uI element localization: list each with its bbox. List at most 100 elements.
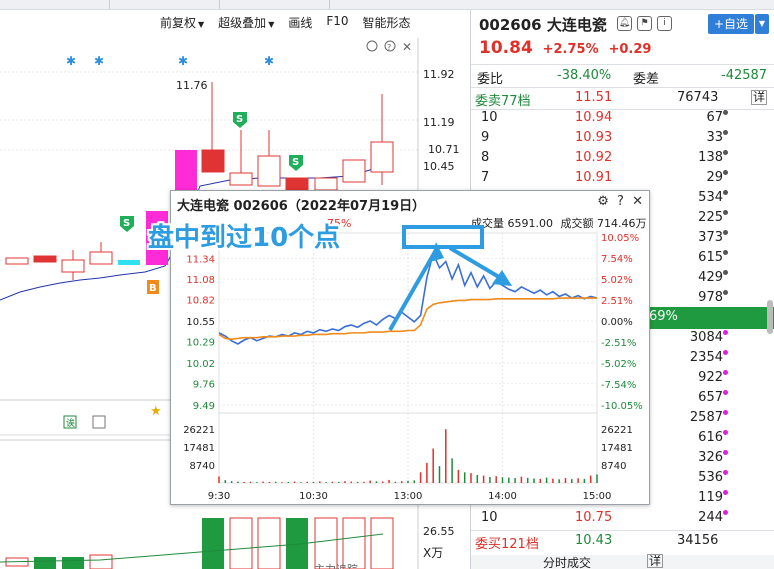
order-dot-icon: [723, 230, 728, 235]
tab-strip-segment[interactable]: [110, 0, 220, 9]
order-volume: 119: [698, 490, 723, 505]
order-volume: 3084: [689, 330, 723, 345]
pct-tick-label: 2.51%: [601, 296, 633, 307]
order-price: 10.94: [575, 110, 613, 125]
pct-tick-label: -2.51%: [601, 338, 636, 349]
price-tick-label: 11.34: [186, 254, 215, 265]
sell-order-row[interactable]: 8 10.92 138: [471, 148, 774, 168]
order-dot-icon: [723, 350, 728, 355]
high-price-label: 11.76: [176, 79, 208, 92]
tab-detail-button[interactable]: 详: [647, 554, 664, 568]
pct-tick-label: -10.05%: [601, 401, 643, 412]
s-signal-icon: S: [120, 216, 134, 232]
order-dot-icon: [723, 250, 728, 255]
toolbar-pattern[interactable]: 智能形态: [363, 14, 411, 34]
price-tick-label: 9.49: [193, 401, 215, 412]
svg-text:✱: ✱: [94, 54, 104, 68]
add-watchlist-button[interactable]: +自选: [708, 14, 754, 34]
order-price: 10.91: [575, 170, 613, 185]
order-level: 10: [481, 510, 498, 525]
svg-text:✱: ✱: [178, 54, 188, 68]
order-volume: 138: [698, 150, 723, 165]
order-dot-icon: [723, 170, 728, 175]
settings-icon[interactable]: [366, 40, 378, 52]
price-label: 11.92: [423, 68, 455, 81]
popup-volume-info: 成交量 6591.00 成交额 714.46万: [471, 217, 647, 230]
change-value: +0.29: [608, 42, 652, 57]
sell-total-row: 委卖77档 11.51 76743 详: [475, 90, 768, 109]
s-signal-icon: S: [233, 112, 247, 128]
alert-bell-icon[interactable]: 🔔︎: [617, 16, 632, 31]
sell-order-row[interactable]: 9 10.93 33: [471, 128, 774, 148]
pct-tick-label: 5.02%: [601, 275, 633, 286]
toolbar-draw[interactable]: 画线: [288, 14, 312, 34]
order-dot-icon: [723, 430, 728, 435]
b-signal-icon: B: [147, 280, 159, 294]
scrollbar-thumb[interactable]: [767, 300, 773, 334]
price-tick-label: 9.76: [193, 380, 215, 391]
order-volume: 244: [698, 510, 723, 525]
watchlist-dropdown-button[interactable]: ▼: [755, 14, 769, 34]
price-tick-label: 11.08: [186, 275, 215, 286]
order-volume: 657: [698, 390, 723, 405]
order-volume: 326: [698, 450, 723, 465]
detail-button[interactable]: 详: [751, 90, 768, 105]
order-volume: 67: [706, 110, 723, 125]
order-dot-icon: [723, 190, 728, 195]
svg-text:✱: ✱: [66, 54, 76, 68]
order-volume: 922: [698, 370, 723, 385]
order-volume: 2587: [689, 410, 723, 425]
order-dot-icon: [723, 210, 728, 215]
order-volume: 616: [698, 430, 723, 445]
price-tick-label: 10.02: [186, 359, 215, 370]
svg-text:B: B: [149, 283, 157, 294]
stock-title: 002606 大连电瓷: [479, 16, 607, 34]
settings-icon[interactable]: ⚙: [597, 194, 609, 209]
time-tick-label: 13:00: [394, 491, 423, 502]
tab-time-sales[interactable]: 分时成交: [543, 554, 591, 569]
sell-order-row[interactable]: 7 10.91 29: [471, 168, 774, 188]
order-volume: 978: [698, 290, 723, 305]
time-tick-label: 10:30: [299, 491, 328, 502]
close-icon[interactable]: ✕: [632, 194, 643, 209]
toolbar-f10[interactable]: F10: [326, 14, 348, 34]
order-dot-icon: [723, 410, 728, 415]
order-dot-icon: [723, 290, 728, 295]
volume-tick-label: 8740: [190, 461, 215, 472]
svg-text:诶: 诶: [66, 417, 75, 429]
buy-order-row[interactable]: 10 10.75 244: [471, 508, 774, 528]
flag-icon[interactable]: ⚑: [637, 16, 652, 31]
sell-order-row[interactable]: 10 10.94 67: [471, 108, 774, 128]
pct-tick-label: 7.54%: [601, 254, 633, 265]
volume-tick-label: 26221: [601, 425, 633, 436]
caret-down-icon: ▼: [198, 20, 205, 29]
indicator-icon[interactable]: [92, 415, 106, 429]
order-volume: 615: [698, 250, 723, 265]
order-price: 10.75: [575, 510, 613, 525]
star-markers: ✱ ✱ ✱ ✱: [66, 54, 274, 68]
time-tick-label: 14:00: [488, 491, 517, 502]
tab-strip-segment[interactable]: [0, 0, 110, 9]
order-volume: 534: [698, 190, 723, 205]
info-icon[interactable]: i: [657, 16, 672, 31]
order-level: 7: [481, 170, 490, 185]
order-volume: 429: [698, 270, 723, 285]
price-label: 11.19: [423, 116, 455, 129]
toolbar-overlay[interactable]: 超级叠加 ▼: [218, 14, 274, 34]
close-icon[interactable]: ✕: [402, 40, 412, 54]
volume-tick-label: 26221: [183, 425, 215, 436]
tab-strip-segment[interactable]: [220, 0, 330, 9]
order-dot-icon: [723, 270, 728, 275]
caret-down-icon: ▼: [268, 20, 275, 29]
price-tick-label: 10.55: [186, 317, 215, 328]
svg-text:S: S: [236, 114, 243, 125]
popup-controls: ⚙ ? ✕: [597, 194, 643, 209]
help-icon[interactable]: ?: [617, 194, 624, 209]
volume-label: 26.55: [423, 525, 455, 538]
price-label: 10.71: [428, 143, 460, 156]
toolbar-fuquan[interactable]: 前复权 ▼: [160, 14, 204, 34]
order-price: 10.93: [575, 130, 613, 145]
popup-title: 大连电瓷 002606（2022年07月19日）: [177, 199, 426, 214]
weibi-row: 委比 -38.40% 委差 -42587: [477, 68, 768, 87]
svg-text:S: S: [292, 157, 299, 168]
